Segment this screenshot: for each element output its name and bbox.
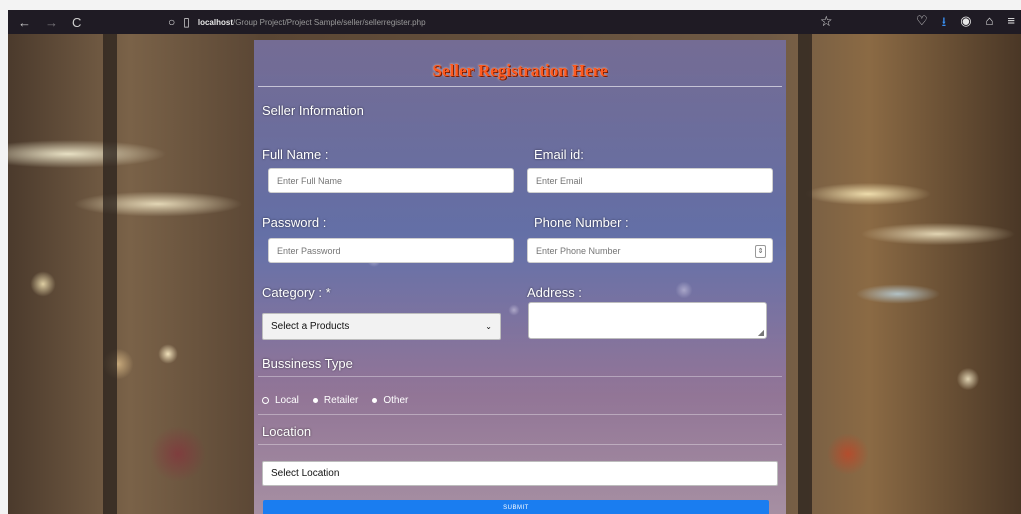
section-heading: Seller Information [262, 103, 364, 118]
forward-button[interactable]: → [45, 15, 58, 30]
location-select[interactable]: Select Location [262, 461, 778, 486]
bookmark-star-icon[interactable]: ☆ [820, 13, 833, 30]
category-select[interactable]: Select a Products ⌄ [262, 313, 501, 340]
chevron-down-icon: ⌄ [485, 322, 492, 331]
phone-placeholder: Enter Phone Number [536, 245, 621, 256]
title-divider [258, 86, 782, 87]
location-selected: Select Location [271, 468, 340, 479]
extensions-icon[interactable]: ⌂ [986, 13, 994, 35]
reload-button[interactable]: C [72, 15, 81, 30]
email-label: Email id: [534, 147, 584, 162]
full-name-label: Full Name : [262, 147, 329, 162]
radio-retailer[interactable]: Retailer [312, 395, 359, 406]
address-label: Address : [527, 285, 582, 300]
divider [258, 376, 782, 377]
form-title: Seller Registration Here [432, 61, 608, 80]
category-selected: Select a Products [271, 321, 350, 332]
business-type-label: Bussiness Type [262, 356, 353, 371]
background-post [103, 34, 117, 514]
phone-label: Phone Number : [534, 215, 629, 230]
divider [258, 414, 782, 415]
browser-toolbar: ← → C ○ ▯ localhost/Group Project/Projec… [8, 10, 1021, 34]
shield-icon: ○ [168, 15, 176, 29]
radio-local[interactable]: Local [262, 395, 299, 406]
divider [258, 444, 782, 445]
pocket-icon[interactable]: ♡ [916, 13, 928, 35]
location-label: Location [262, 424, 312, 439]
business-type-radios: Local Retailer Other [262, 395, 408, 406]
resize-grip-icon[interactable]: ◢ [758, 328, 764, 337]
number-spinner-icon[interactable]: ⇕ [755, 245, 766, 258]
page-icon: ▯ [183, 15, 190, 29]
email-input[interactable]: Enter Email [527, 168, 773, 193]
address-textarea[interactable]: ◢ [528, 302, 767, 339]
submit-button[interactable]: SUBMIT [263, 500, 769, 514]
url-path: /Group Project/Project Sample/seller/sel… [232, 17, 426, 27]
password-label: Password : [262, 215, 327, 230]
page-background: Seller Registration Here Seller Informat… [8, 34, 1021, 514]
background-post [798, 34, 812, 514]
full-name-input[interactable]: Enter Full Name [268, 168, 514, 193]
radio-icon [372, 398, 378, 403]
radio-unselected-icon [262, 397, 269, 404]
menu-icon[interactable]: ≡ [1007, 13, 1015, 35]
account-icon[interactable]: ◉ [960, 13, 971, 35]
radio-label: Other [383, 395, 409, 406]
password-input[interactable]: Enter Password [268, 238, 514, 263]
phone-input[interactable]: Enter Phone Number ⇕ [527, 238, 773, 263]
radio-label: Retailer [323, 395, 359, 406]
radio-label: Local [275, 395, 299, 406]
download-icon[interactable]: ⭳ [942, 13, 947, 35]
address-bar[interactable]: ○ ▯ localhost/Group Project/Project Samp… [168, 15, 426, 29]
category-label: Category : * [262, 285, 331, 300]
radio-other[interactable]: Other [372, 395, 408, 406]
url-host: localhost [197, 17, 233, 27]
radio-icon [312, 398, 318, 403]
back-button[interactable]: ← [18, 15, 31, 30]
registration-panel: Seller Registration Here Seller Informat… [254, 40, 786, 514]
